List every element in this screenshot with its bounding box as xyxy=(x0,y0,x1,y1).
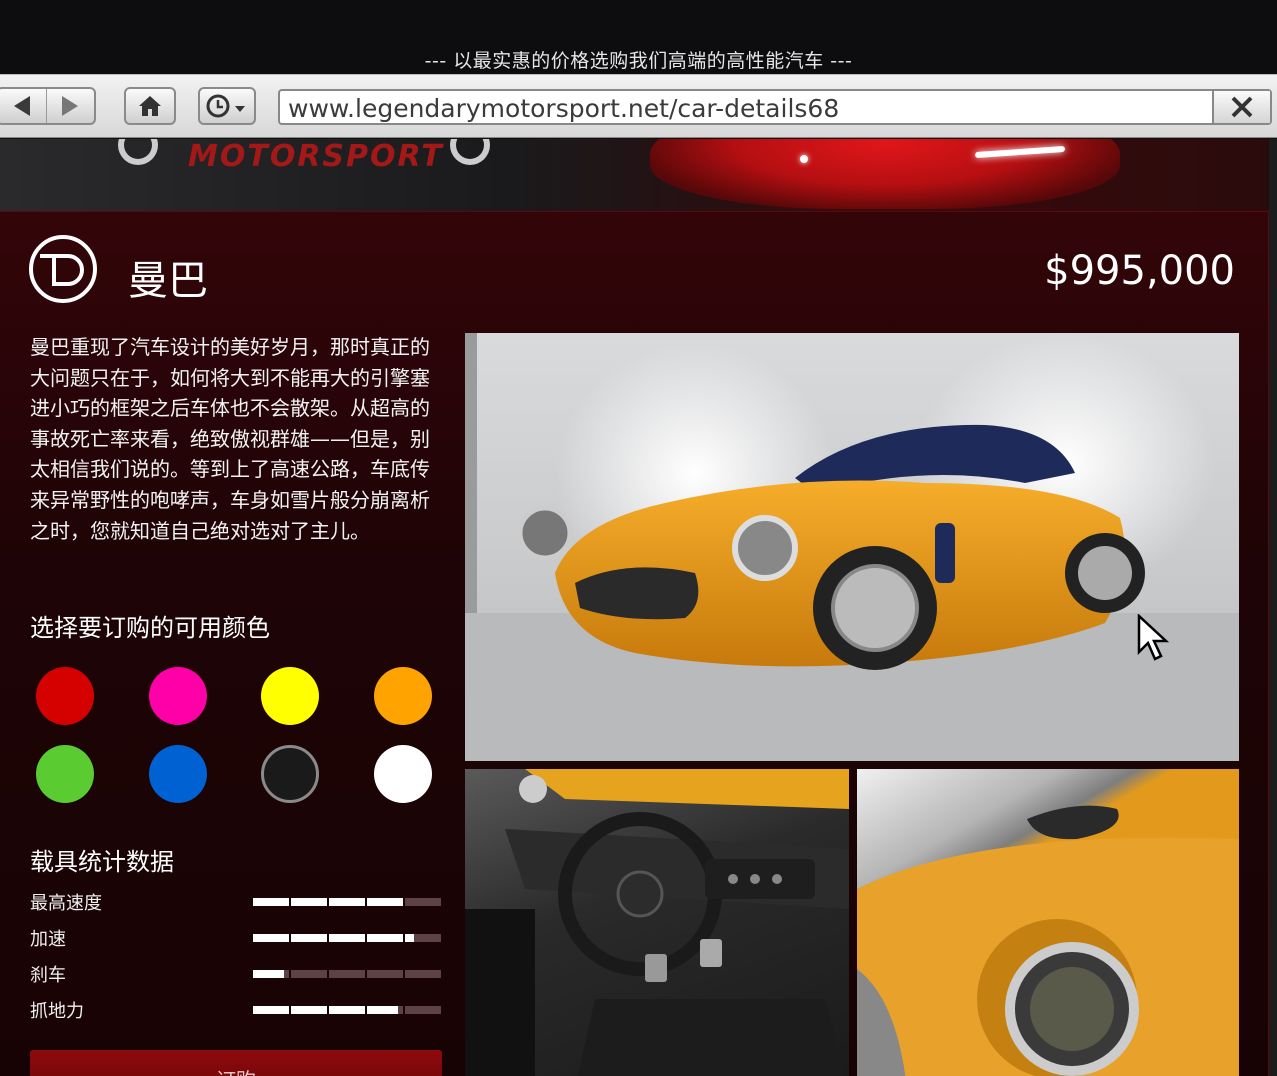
back-button[interactable] xyxy=(0,89,47,123)
stat-bar-segment xyxy=(367,934,403,942)
car-headlight-detail-photo[interactable] xyxy=(857,769,1239,1076)
page-edge xyxy=(1269,139,1277,1076)
stat-bar-fill xyxy=(367,934,403,942)
car-interior-illustration xyxy=(465,769,849,1076)
stat-bar-segment xyxy=(253,898,289,906)
mouse-cursor-icon xyxy=(1137,614,1169,661)
stat-bar-segment xyxy=(405,898,441,906)
car-exterior-front-photo[interactable] xyxy=(465,333,1239,761)
stat-bar-segment xyxy=(291,1006,327,1014)
stat-bar-fill xyxy=(253,1006,289,1014)
stat-bar-segment xyxy=(405,970,441,978)
banner-light-dot xyxy=(800,155,808,163)
stat-bar-fill xyxy=(253,970,284,978)
stat-bar-fill xyxy=(367,898,403,906)
stat-label: 抓地力 xyxy=(30,1001,84,1022)
stat-bar-segment xyxy=(253,934,289,942)
browser-toolbar: www.legendarymotorsport.net/car-details6… xyxy=(0,74,1277,138)
car-details-panel: 曼巴 $995,000 曼巴重现了汽车设计的美好岁月，那时真正的大问题只在于，如… xyxy=(0,211,1269,1076)
stat-bar-segment xyxy=(367,970,403,978)
stat-bar-fill xyxy=(329,898,365,906)
window-titlebar: --- 以最实惠的价格选购我们高端的高性能汽车 --- xyxy=(0,0,1277,74)
site-banner: MOTORSPORT xyxy=(0,139,1277,211)
stat-bar-segment xyxy=(329,1006,365,1014)
stat-bar-fill xyxy=(329,934,365,942)
stat-bar xyxy=(253,970,441,978)
logo-ring-left xyxy=(118,139,158,165)
car-interior-photo[interactable] xyxy=(465,769,849,1076)
car-exterior-illustration xyxy=(465,333,1239,761)
stat-bar-segment xyxy=(253,970,289,978)
close-button[interactable] xyxy=(1212,91,1270,123)
color-swatch-green[interactable] xyxy=(36,745,94,803)
site-logo-text: MOTORSPORT xyxy=(188,139,444,174)
stat-bar-segment xyxy=(329,898,365,906)
color-swatch-black[interactable] xyxy=(261,745,319,803)
history-clock-icon xyxy=(206,94,245,118)
close-x-icon xyxy=(1231,96,1253,118)
stat-bar-segment xyxy=(329,934,365,942)
stat-bar-fill xyxy=(291,934,327,942)
stat-bar-fill xyxy=(329,1006,365,1014)
home-button[interactable] xyxy=(124,87,176,125)
forward-arrow-icon xyxy=(62,96,79,116)
stat-bar-segment xyxy=(291,934,327,942)
color-swatch-blue[interactable] xyxy=(149,745,207,803)
color-swatch-white[interactable] xyxy=(374,745,432,803)
stat-bar-segment xyxy=(405,934,441,942)
color-swatch-yellow[interactable] xyxy=(261,667,319,725)
stat-bar xyxy=(253,934,441,942)
car-description: 曼巴重现了汽车设计的美好岁月，那时真正的大问题只在于，如何将大到不能再大的引擎塞… xyxy=(30,335,430,543)
stat-label: 刹车 xyxy=(30,965,66,986)
stat-bar xyxy=(253,1006,441,1014)
stat-bar-segment xyxy=(291,970,327,978)
car-name: 曼巴 xyxy=(128,258,208,304)
colors-heading: 选择要订购的可用颜色 xyxy=(30,614,270,642)
color-swatch-red[interactable] xyxy=(36,667,94,725)
address-bar[interactable]: www.legendarymotorsport.net/car-details6… xyxy=(278,89,1272,125)
stat-label: 最高速度 xyxy=(30,893,102,914)
forward-button[interactable] xyxy=(47,89,95,123)
car-price: $995,000 xyxy=(1044,248,1235,294)
stat-label: 加速 xyxy=(30,929,66,950)
url-text[interactable]: www.legendarymotorsport.net/car-details6… xyxy=(288,94,839,123)
stat-bar-segment xyxy=(367,1006,403,1014)
stat-bar-segment xyxy=(405,1006,441,1014)
car-headlight-illustration xyxy=(857,805,1239,1076)
purchase-button[interactable]: 订购 xyxy=(30,1050,442,1076)
stat-bar-segment xyxy=(253,1006,289,1014)
home-icon xyxy=(139,96,161,116)
color-swatch-pink[interactable] xyxy=(149,667,207,725)
stat-bar-fill xyxy=(405,934,414,942)
back-arrow-icon xyxy=(13,96,30,116)
stat-bar xyxy=(253,898,441,906)
logo-ring-right xyxy=(450,139,490,165)
stats-heading: 载具统计数据 xyxy=(30,848,174,876)
stat-bar-fill xyxy=(253,934,289,942)
stat-bar-segment xyxy=(291,898,327,906)
stat-bar-fill xyxy=(291,1006,327,1014)
stat-bar-fill xyxy=(291,898,327,906)
stat-bar-segment xyxy=(329,970,365,978)
declasse-logo xyxy=(29,235,97,303)
stat-bar-segment xyxy=(367,898,403,906)
history-button[interactable] xyxy=(198,87,256,125)
nav-buttons xyxy=(0,87,96,125)
stat-bar-fill xyxy=(367,1006,398,1014)
stat-bar-fill xyxy=(253,898,289,906)
window-title: --- 以最实惠的价格选购我们高端的高性能汽车 --- xyxy=(424,50,853,72)
color-swatch-orange[interactable] xyxy=(374,667,432,725)
